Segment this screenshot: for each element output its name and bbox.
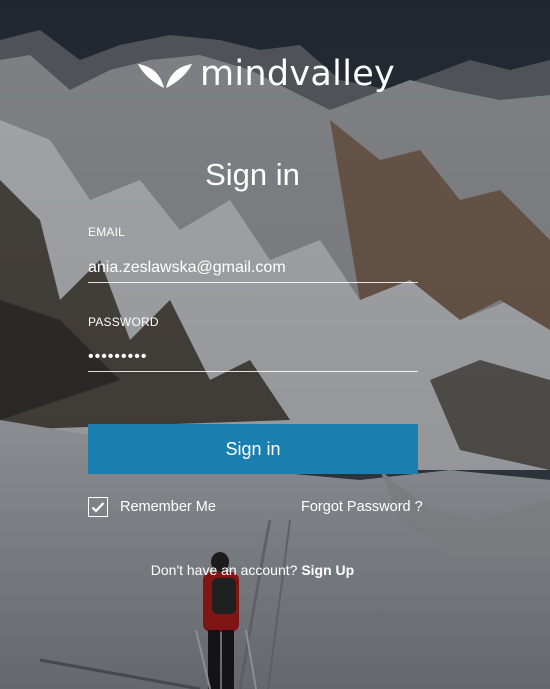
sign-up-link[interactable]: Sign Up (301, 562, 354, 578)
signup-prompt: Don't have an account? Sign Up (0, 562, 505, 578)
mindvalley-logo: mindvalley (136, 54, 395, 96)
page-title: Sign in (205, 157, 300, 192)
remember-me-toggle[interactable]: Remember Me (88, 497, 216, 517)
password-label: PASSWORD (88, 315, 159, 329)
remember-checkbox[interactable] (88, 497, 108, 517)
email-field[interactable] (88, 254, 418, 283)
remember-label: Remember Me (120, 499, 216, 515)
password-field[interactable]: ••••••••• (88, 343, 418, 372)
forgot-password-link[interactable]: Forgot Password ? (301, 499, 423, 515)
brand-name: mindvalley (200, 54, 396, 94)
check-icon (91, 502, 105, 513)
wings-icon (138, 64, 192, 88)
email-label: EMAIL (88, 225, 126, 239)
sign-in-button[interactable]: Sign in (88, 424, 418, 474)
signup-prompt-text: Don't have an account? (150, 562, 298, 578)
